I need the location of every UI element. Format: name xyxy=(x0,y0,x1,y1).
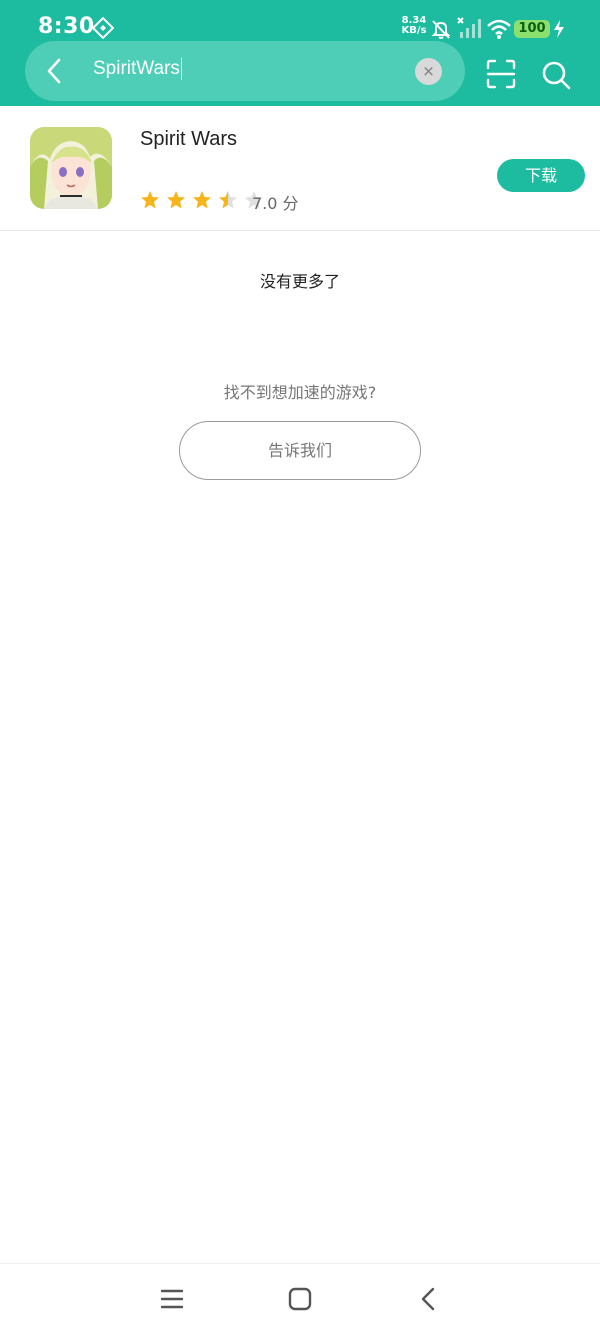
search-box[interactable]: SpiritWars × xyxy=(25,41,465,101)
search-result-item[interactable]: Spirit Wars 7.0 分 下载 xyxy=(0,106,600,231)
charging-icon xyxy=(554,20,564,38)
star-icon-filled xyxy=(193,191,212,209)
menu-icon[interactable] xyxy=(160,1287,184,1311)
search-input[interactable]: SpiritWars xyxy=(93,58,182,80)
net-speed-unit: KB/s xyxy=(401,25,427,36)
cant-find-text: 找不到想加速的游戏? xyxy=(223,383,377,402)
top-bar: 8:30 8.34 KB/s 100 SpiritWars × xyxy=(0,0,600,106)
search-query: SpiritWars xyxy=(93,58,180,80)
scan-icon[interactable] xyxy=(485,58,517,90)
app-icon[interactable] xyxy=(30,127,112,209)
wifi-icon xyxy=(487,19,511,39)
clear-button[interactable]: × xyxy=(415,58,442,85)
signal-icon xyxy=(457,17,481,38)
back-nav-icon[interactable] xyxy=(416,1286,440,1312)
system-nav-bar xyxy=(0,1263,600,1334)
tell-us-button[interactable]: 告诉我们 xyxy=(179,421,421,480)
search-icon[interactable] xyxy=(539,58,573,92)
star-icon-half xyxy=(219,191,238,209)
text-caret xyxy=(180,58,182,80)
rating-score: 7.0 分 xyxy=(252,194,299,213)
status-time: 8:30 xyxy=(38,14,95,39)
battery-level: 100 xyxy=(514,20,550,38)
no-more-text: 没有更多了 xyxy=(259,272,340,291)
star-rating xyxy=(140,190,265,210)
net-speed: 8.34 KB/s xyxy=(400,16,428,36)
back-icon[interactable] xyxy=(39,55,71,87)
vpn-icon xyxy=(92,17,114,39)
app-name[interactable]: Spirit Wars xyxy=(140,128,237,151)
mute-icon xyxy=(431,20,451,39)
home-icon[interactable] xyxy=(288,1287,312,1311)
app-icon-art xyxy=(30,127,112,209)
download-button[interactable]: 下载 xyxy=(497,159,585,192)
status-bar: 8:30 8.34 KB/s 100 xyxy=(0,0,600,44)
star-icon-filled xyxy=(141,191,159,209)
star-icon-filled xyxy=(167,191,186,209)
